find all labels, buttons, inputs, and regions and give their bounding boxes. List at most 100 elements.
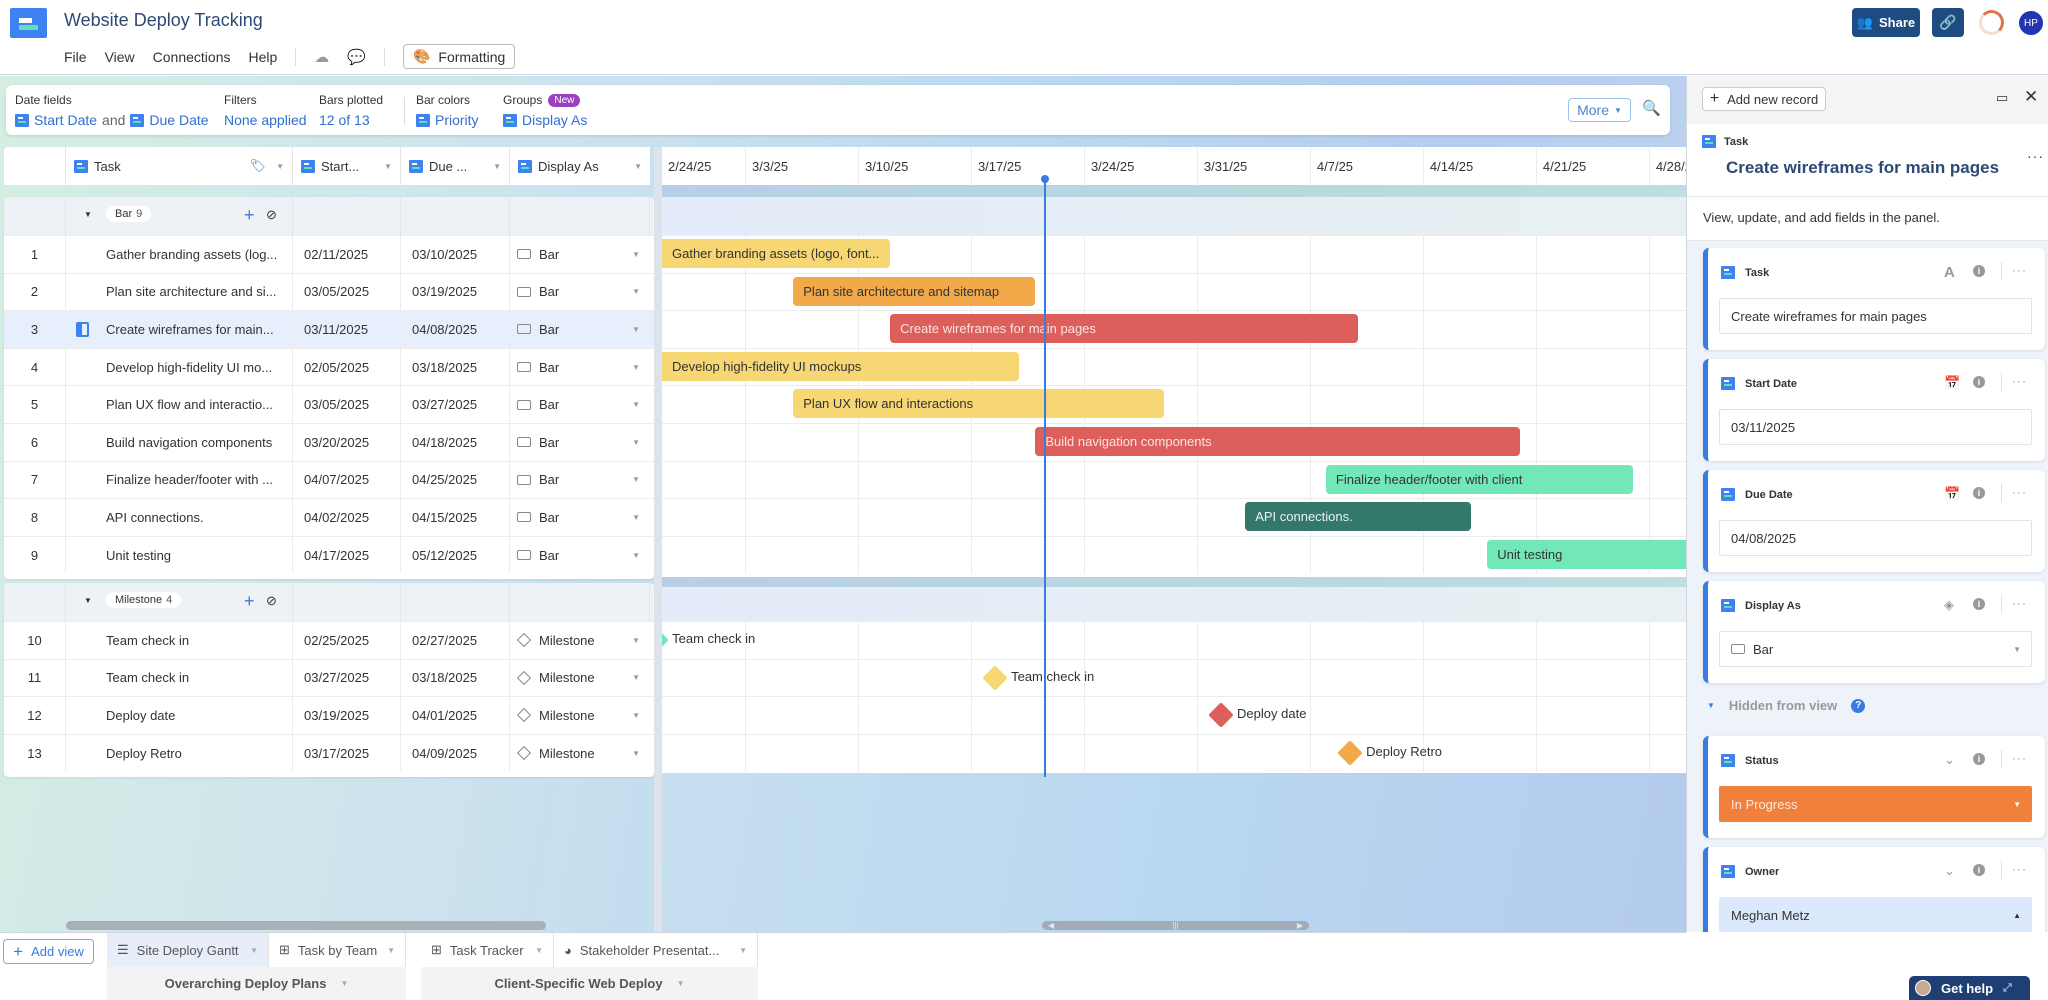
grid-horizontal-scrollbar[interactable]: [66, 921, 546, 930]
get-help-button[interactable]: Get help ⤢: [1909, 976, 2030, 1000]
gantt-bar[interactable]: Gather branding assets (logo, font...: [662, 239, 891, 268]
gantt-bar[interactable]: Develop high-fidelity UI mockups: [662, 351, 1020, 381]
dropdown-type-icon[interactable]: ⌄: [1944, 752, 1955, 768]
display-as-cell[interactable]: Milestone ▼: [510, 622, 650, 659]
collapse-caret-icon[interactable]: ▼: [84, 210, 92, 219]
add-row-icon[interactable]: +: [244, 591, 255, 612]
display-as-cell[interactable]: Bar ▼: [510, 349, 650, 386]
more-options-icon[interactable]: ···: [2012, 862, 2027, 876]
display-as-select[interactable]: Bar ▼: [1719, 631, 2032, 667]
gantt-horizontal-scrollbar[interactable]: ◀ ||| ▶: [1042, 921, 1309, 930]
chevron-down-icon[interactable]: ▼: [677, 979, 685, 988]
table-row[interactable]: 2 Plan site architecture and si... 03/05/2…: [4, 272, 654, 311]
chevron-down-icon[interactable]: ▼: [632, 250, 640, 259]
chevron-down-icon[interactable]: ▼: [632, 325, 640, 334]
chevron-down-icon[interactable]: ▼: [739, 946, 747, 955]
info-icon[interactable]: i: [1973, 487, 1985, 499]
chevron-down-icon[interactable]: ▼: [632, 673, 640, 682]
start-date-cell[interactable]: 03/19/2025: [293, 697, 401, 734]
table-row[interactable]: 4 Develop high-fidelity UI mo... 02/05/202…: [4, 347, 654, 386]
more-options-icon[interactable]: ···: [2012, 596, 2027, 610]
groups-value[interactable]: Display As: [522, 112, 587, 128]
comment-icon[interactable]: 💬: [347, 48, 366, 66]
task-cell[interactable]: Finalize header/footer with ...: [66, 461, 293, 499]
bar-colors-setting[interactable]: Bar colors Priority: [416, 93, 479, 128]
menu-help[interactable]: Help: [248, 49, 277, 65]
task-cell[interactable]: Develop high-fidelity UI mo...: [66, 348, 293, 386]
tab-site-deploy-gantt[interactable]: ☰ Site Deploy Gantt ▼: [107, 933, 269, 967]
tab-group-overarching-deploy-plans[interactable]: Overarching Deploy Plans ▼: [107, 967, 406, 1000]
hide-group-icon[interactable]: ⊘: [266, 593, 277, 609]
gantt-bar[interactable]: Build navigation components: [1035, 427, 1520, 456]
table-row[interactable]: 1 Gather branding assets (log... 02/11/202…: [4, 235, 654, 273]
chevron-down-icon[interactable]: ▼: [632, 551, 640, 560]
chevron-down-icon[interactable]: ▼: [535, 946, 543, 955]
table-row[interactable]: 10 Team check in 02/25/2025 02/27/2025 Miles…: [4, 621, 654, 659]
more-button[interactable]: More ▼: [1568, 98, 1631, 122]
table-row[interactable]: 13 Deploy Retro 03/17/2025 04/09/2025 Milest…: [4, 733, 654, 772]
start-date-input[interactable]: 03/11/2025: [1719, 409, 2032, 445]
info-icon[interactable]: i: [1973, 598, 1985, 610]
due-date-cell[interactable]: 03/10/2025: [401, 236, 510, 273]
table-row[interactable]: 7 Finalize header/footer with ... 04/07/20…: [4, 460, 654, 499]
more-options-icon[interactable]: ···: [2027, 148, 2044, 164]
due-date-cell[interactable]: 05/12/2025: [401, 536, 510, 574]
start-date-cell[interactable]: 02/25/2025: [293, 622, 401, 659]
info-icon[interactable]: i: [1973, 376, 1985, 388]
gantt-bar[interactable]: API connections.: [1245, 502, 1472, 532]
chevron-down-icon[interactable]: ▼: [387, 946, 395, 955]
due-date-cell[interactable]: 03/27/2025: [401, 386, 510, 423]
due-date-cell[interactable]: 04/25/2025: [401, 461, 510, 499]
chevron-down-icon[interactable]: ▼: [632, 636, 640, 645]
display-as-cell[interactable]: Bar ▼: [510, 236, 650, 273]
gantt-bar[interactable]: Unit testing: [1487, 539, 1686, 569]
chevron-down-icon[interactable]: ▼: [493, 162, 501, 171]
task-cell[interactable]: Plan site architecture and si...: [66, 273, 293, 311]
close-icon[interactable]: ✕: [2024, 87, 2038, 107]
due-date-cell[interactable]: 04/08/2025: [401, 311, 510, 348]
display-as-cell[interactable]: Bar ▼: [510, 311, 650, 348]
bars-plotted-value[interactable]: 12 of 13: [319, 112, 383, 128]
due-date-field[interactable]: Due Date: [149, 112, 208, 128]
tab-task-by-team[interactable]: ⊞ Task by Team ▼: [269, 933, 406, 967]
info-icon[interactable]: i: [1973, 753, 1985, 765]
chevron-down-icon[interactable]: ▼: [276, 162, 284, 171]
tab-task-tracker[interactable]: ⊞ Task Tracker ▼: [421, 933, 554, 967]
display-as-cell[interactable]: Milestone ▼: [510, 735, 650, 772]
tag-icon[interactable]: 🏷: [249, 158, 266, 174]
start-date-cell[interactable]: 03/05/2025: [293, 386, 401, 423]
info-icon[interactable]: i: [1973, 864, 1985, 876]
bars-plotted-setting[interactable]: Bars plotted 12 of 13: [319, 93, 383, 128]
calendar-icon[interactable]: 📅: [1944, 375, 1960, 391]
gantt-bar[interactable]: Plan site architecture and sitemap: [793, 276, 1036, 306]
task-cell[interactable]: API connections.: [66, 499, 293, 536]
chevron-down-icon[interactable]: ▼: [632, 513, 640, 522]
chevron-down-icon[interactable]: ▼: [384, 162, 392, 171]
menu-connections[interactable]: Connections: [153, 49, 231, 65]
bar-colors-value[interactable]: Priority: [435, 112, 479, 128]
menu-file[interactable]: File: [64, 49, 87, 65]
info-icon[interactable]: i: [1973, 265, 1985, 277]
open-record-icon[interactable]: [76, 321, 89, 337]
more-options-icon[interactable]: ···: [2012, 263, 2027, 277]
copy-link-button[interactable]: 🔗: [1932, 8, 1964, 37]
due-date-cell[interactable]: 04/09/2025: [401, 734, 510, 772]
tab-stakeholder-presentation[interactable]: ◕ Stakeholder Presentat... ▼: [554, 933, 758, 967]
task-cell[interactable]: Create wireframes for main...: [66, 311, 293, 348]
add-view-button[interactable]: + Add view: [3, 939, 94, 964]
task-cell[interactable]: Deploy date: [66, 697, 293, 734]
gantt-bar[interactable]: Finalize header/footer with client: [1325, 464, 1633, 494]
start-date-cell[interactable]: 03/05/2025: [293, 273, 401, 311]
text-type-icon[interactable]: A: [1944, 264, 1955, 281]
column-header-display-as[interactable]: Display As ▼: [510, 147, 650, 185]
chevron-down-icon[interactable]: ▼: [632, 400, 640, 409]
display-as-cell[interactable]: Bar ▼: [510, 386, 650, 423]
owner-select[interactable]: Meghan Metz ▲: [1719, 897, 2032, 932]
display-as-cell[interactable]: Milestone ▼: [510, 697, 650, 734]
due-date-cell[interactable]: 04/01/2025: [401, 697, 510, 734]
start-date-cell[interactable]: 04/17/2025: [293, 536, 401, 574]
tag-type-icon[interactable]: ◈: [1944, 597, 1954, 613]
table-row[interactable]: 12 Deploy date 03/19/2025 04/01/2025 Milesto…: [4, 696, 654, 734]
table-row[interactable]: 6 Build navigation components 03/20/2025 04…: [4, 422, 654, 461]
filters-setting[interactable]: Filters None applied: [224, 93, 307, 128]
